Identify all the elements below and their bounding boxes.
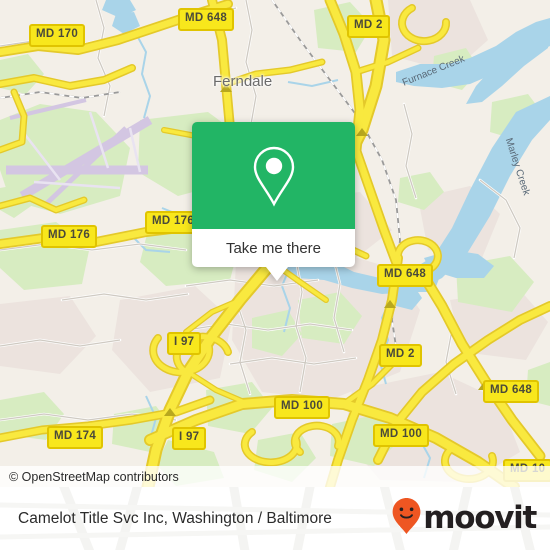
road-shield-i-97-north: I 97 (167, 332, 202, 355)
moovit-smiley-pin-icon (391, 497, 422, 540)
popup-footer[interactable]: Take me there (192, 229, 355, 281)
road-shield-md-176-west: MD 176 (41, 225, 98, 248)
place-label-ferndale: Ferndale (213, 73, 273, 90)
attribution-text[interactable]: © OpenStreetMap contributors (0, 470, 179, 484)
location-popup[interactable]: Take me there (192, 122, 355, 281)
map-canvas[interactable]: Ferndale Furnace Creek Marley Creek MD 6… (0, 0, 550, 487)
moovit-map-page: Ferndale Furnace Creek Marley Creek MD 6… (0, 0, 550, 550)
page-footer: Camelot Title Svc Inc, Washington / Balt… (0, 487, 550, 550)
road-shield-md-2-north: MD 2 (347, 15, 390, 38)
moovit-logo[interactable]: moovit (391, 497, 537, 540)
popup-pointer (266, 267, 288, 281)
footer-content: Camelot Title Svc Inc, Washington / Balt… (0, 487, 550, 550)
road-shield-md-100-east: MD 100 (373, 424, 430, 447)
popup-header (192, 122, 355, 229)
road-shield-md-648-mid: MD 648 (377, 264, 434, 287)
road-shield-md-100-west: MD 100 (274, 396, 331, 419)
map-pin-icon (251, 145, 297, 207)
road-shield-i-97-south: I 97 (172, 427, 207, 450)
map-attribution-bar: © OpenStreetMap contributors (0, 466, 550, 487)
take-me-there-button[interactable]: Take me there (226, 240, 321, 257)
road-shield-md-648-south: MD 648 (483, 380, 540, 403)
road-shield-md-174: MD 174 (47, 426, 104, 449)
moovit-wordmark: moovit (423, 500, 537, 536)
road-shield-md-2-mid: MD 2 (379, 344, 422, 367)
page-title: Camelot Title Svc Inc, Washington / Balt… (18, 509, 332, 527)
road-shield-md-170: MD 170 (29, 24, 86, 47)
road-shield-md-648-north: MD 648 (178, 8, 235, 31)
